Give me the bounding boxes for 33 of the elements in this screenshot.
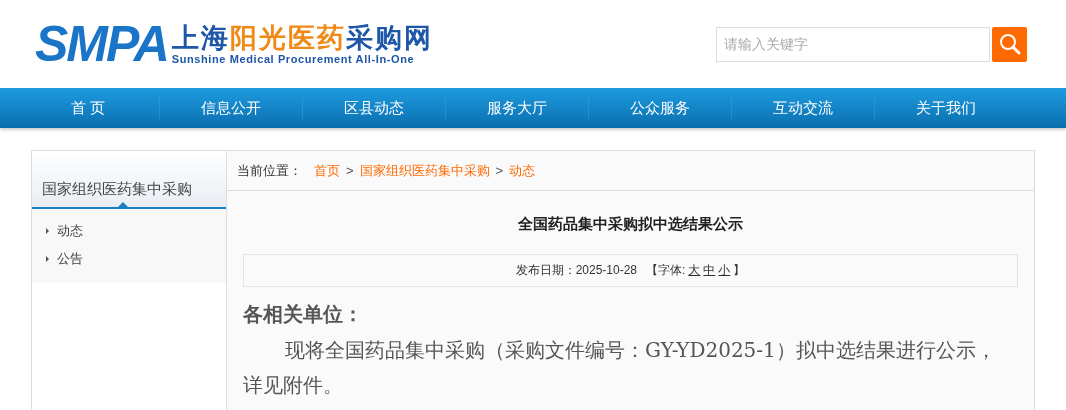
- logo-title: 上海阳光医药采购网: [171, 23, 433, 53]
- nav-link[interactable]: 互动交流: [732, 88, 874, 128]
- sidebar-link[interactable]: 公告: [32, 249, 226, 269]
- breadcrumb-label: 当前位置：: [237, 161, 302, 180]
- publish-date: 发布日期：2025-10-28: [515, 262, 637, 279]
- font-size-label: 【字体:: [646, 262, 686, 279]
- caret-icon: [46, 228, 49, 234]
- nav-link[interactable]: 首 页: [17, 88, 159, 128]
- breadcrumb-link[interactable]: 国家组织医药集中采购: [359, 160, 490, 181]
- nav-link[interactable]: 公众服务: [589, 88, 731, 128]
- sidebar-link[interactable]: 动态: [32, 221, 226, 241]
- search-field[interactable]: 请输入关键字: [716, 26, 990, 62]
- search-icon: [997, 32, 1022, 56]
- font-size-link[interactable]: 小: [718, 261, 731, 279]
- bracket-text: 】: [733, 262, 746, 279]
- body-paragraph: 现将全国药品集中采购（采购文件编号：GY-YD2025-1）拟中选结果进行公示，详见附件。: [243, 336, 997, 399]
- caret-icon: [46, 256, 49, 262]
- nav-link[interactable]: 服务大厅: [446, 88, 588, 128]
- font-size-link[interactable]: 中: [703, 261, 716, 279]
- nav-link[interactable]: 关于我们: [875, 88, 1017, 128]
- article-title: 全国药品集中采购拟中选结果公示: [517, 214, 744, 234]
- search-button[interactable]: [992, 26, 1027, 62]
- font-size-link[interactable]: 大: [688, 261, 701, 279]
- nav-link[interactable]: 区县动态: [303, 88, 445, 128]
- logo-subtitle: Sunshine Medical Procurement All-In-One: [171, 53, 416, 66]
- breadcrumb-separator: >: [495, 161, 504, 180]
- logo-mark: SMPA: [35, 22, 168, 66]
- breadcrumb-link[interactable]: 动态: [509, 160, 536, 181]
- breadcrumb-link[interactable]: 首页: [314, 160, 340, 181]
- nav-link[interactable]: 信息公开: [160, 88, 302, 128]
- sidebar-title: 国家组织医药集中采购: [42, 178, 192, 199]
- greeting-text: 各相关单位：: [243, 300, 364, 328]
- breadcrumb-separator: >: [346, 161, 354, 180]
